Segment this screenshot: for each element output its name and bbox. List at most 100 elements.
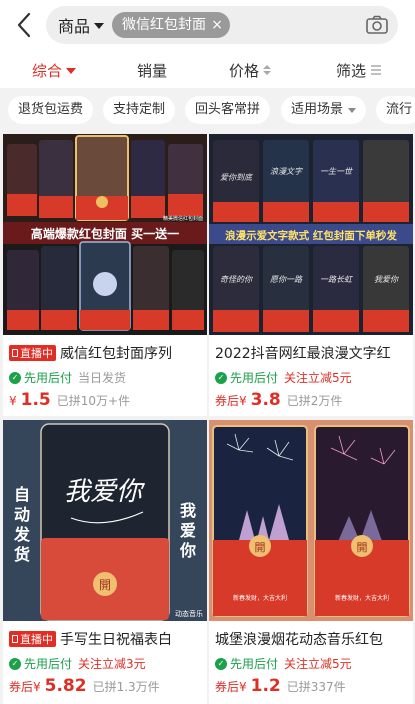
promo-note: 当日发货 bbox=[78, 371, 127, 385]
tag-free-return-shipping[interactable]: 退货包运费 bbox=[8, 96, 94, 124]
sort-sales[interactable]: 销量 bbox=[137, 52, 167, 88]
open-text: 開 bbox=[255, 541, 266, 554]
banner-text: 浪漫示爱文字款式 红包封面下单秒发 bbox=[225, 229, 397, 242]
sort-price[interactable]: 价格 bbox=[229, 52, 272, 88]
caret-down-icon bbox=[66, 68, 77, 74]
product-image[interactable]: 我爱你 開 自 动 发 货 我 爱 你 动态音乐 bbox=[3, 420, 207, 621]
svg-text:我: 我 bbox=[180, 501, 196, 520]
svg-text:动: 动 bbox=[14, 505, 30, 524]
pay-later-icon: ✓ bbox=[9, 657, 21, 670]
back-button[interactable] bbox=[8, 8, 40, 42]
product-title[interactable]: 2022抖音网红最浪漫文字红 bbox=[215, 343, 411, 363]
pay-later-text: 先用后付 bbox=[230, 371, 279, 385]
caret-down-icon bbox=[348, 107, 357, 113]
camera-icon[interactable] bbox=[364, 12, 390, 38]
price-value: 1.5 bbox=[20, 390, 51, 410]
cover-thumbs-top bbox=[7, 135, 203, 221]
tag-label: 流行 bbox=[386, 102, 413, 117]
price-prefix: ¥ bbox=[9, 394, 17, 408]
promo-note: 关注立减5元 bbox=[284, 371, 352, 385]
clear-icon[interactable]: × bbox=[211, 12, 223, 38]
svg-text:浪漫文字: 浪漫文字 bbox=[270, 167, 303, 176]
product-badges: ✓ 先用后付 关注立减5元 bbox=[215, 655, 352, 672]
sold-count: 已拼1.3万件 bbox=[92, 680, 160, 694]
svg-text:你: 你 bbox=[179, 541, 196, 560]
promo-note: 关注立减5元 bbox=[284, 657, 352, 671]
music-tag-text: 动态音乐 bbox=[175, 609, 203, 618]
search-scope-dropdown[interactable]: 商品 bbox=[58, 6, 105, 44]
svg-text:奇怪的你: 奇怪的你 bbox=[220, 275, 253, 284]
price-prefix: 券后¥ bbox=[9, 680, 41, 694]
product-image[interactable]: 高端爆款红包封面 买一送一 精美微信红包封面 bbox=[3, 134, 207, 335]
pay-later-icon: ✓ bbox=[215, 371, 227, 384]
live-badge-text: 直播中 bbox=[20, 347, 53, 360]
svg-text:爱你到底: 爱你到底 bbox=[220, 173, 254, 182]
sort-sales-label: 销量 bbox=[137, 61, 168, 80]
svg-text:新春发财，大吉大利: 新春发财，大吉大利 bbox=[335, 594, 389, 602]
pay-later-text: 先用后付 bbox=[24, 657, 73, 671]
product-badges: ✓ 先用后付 关注立减3元 bbox=[9, 655, 146, 672]
svg-text:愿你一路: 愿你一路 bbox=[270, 275, 303, 284]
pay-later-badge: ✓ 先用后付 bbox=[215, 369, 278, 386]
product-title-text: 威信红包封面序列 bbox=[60, 346, 172, 362]
sold-count: 已拼2万件 bbox=[286, 394, 343, 408]
svg-text:一路长虹: 一路长虹 bbox=[320, 275, 354, 284]
tag-repeat-buyers[interactable]: 回头客常拼 bbox=[185, 96, 271, 124]
product-title-text: 城堡浪漫烟花动态音乐红包 bbox=[215, 632, 383, 648]
search-scope-label: 商品 bbox=[58, 17, 91, 36]
product-title-text: 手写生日祝福表白 bbox=[60, 632, 172, 648]
sort-updown-icon bbox=[263, 65, 272, 75]
svg-text:爱: 爱 bbox=[180, 521, 196, 540]
tag-label: 支持定制 bbox=[113, 102, 166, 117]
top-bar: 商品 微信红包封面 × bbox=[0, 0, 415, 52]
price-prefix: 券后¥ bbox=[215, 680, 247, 694]
tag-label: 退货包运费 bbox=[18, 102, 84, 117]
banner-text: 高端爆款红包封面 买一送一 bbox=[31, 226, 179, 241]
filter-label: 筛选 bbox=[336, 61, 367, 80]
pay-later-badge: ✓ 先用后付 bbox=[9, 655, 72, 672]
filter-tags: 退货包运费 支持定制 回头客常拼 适用场景 流行 bbox=[0, 92, 415, 130]
live-badge-text: 直播中 bbox=[20, 633, 53, 646]
price-row: 券后¥ 3.8 已拼2万件 bbox=[215, 390, 342, 410]
caret-down-icon bbox=[94, 23, 105, 29]
sold-count: 已拼10万+件 bbox=[56, 394, 131, 408]
open-text: 開 bbox=[99, 578, 111, 592]
product-title[interactable]: 直播中 手写生日祝福表白 bbox=[9, 629, 205, 649]
pay-later-text: 先用后付 bbox=[230, 657, 279, 671]
sold-count: 已拼337件 bbox=[286, 680, 346, 694]
search-box[interactable]: 商品 微信红包封面 × bbox=[46, 6, 398, 44]
pay-later-badge: ✓ 先用后付 bbox=[215, 655, 278, 672]
chevron-left-icon bbox=[17, 12, 31, 38]
price-value: 1.2 bbox=[250, 676, 281, 696]
product-image[interactable]: 開 開 新春发财，大吉大利 新春发财，大吉大利 bbox=[209, 420, 413, 621]
live-badge: 直播中 bbox=[9, 631, 56, 647]
tag-label: 回头客常拼 bbox=[195, 102, 261, 117]
price-prefix: 券后¥ bbox=[215, 394, 247, 408]
product-title[interactable]: 直播中 威信红包封面序列 bbox=[9, 343, 205, 363]
cover-thumbs-bottom bbox=[7, 241, 204, 331]
product-title-text: 2022抖音网红最浪漫文字红 bbox=[215, 346, 391, 362]
sort-price-label: 价格 bbox=[229, 61, 260, 80]
pay-later-badge: ✓ 先用后付 bbox=[9, 369, 72, 386]
product-card[interactable]: 我爱你 開 自 动 发 货 我 爱 你 动态音乐 直播中 手写生日祝福表白 ✓ 先… bbox=[3, 420, 207, 704]
tag-trending[interactable]: 流行 bbox=[376, 96, 415, 124]
tag-customizable[interactable]: 支持定制 bbox=[103, 96, 176, 124]
pay-later-icon: ✓ bbox=[9, 371, 21, 384]
tag-use-scene[interactable]: 适用场景 bbox=[281, 96, 367, 124]
product-card[interactable]: 爱你到底 浪漫文字 一生一世 浪漫示爱文字款式 红包封面下单秒发 奇怪的你 愿你… bbox=[209, 134, 413, 416]
product-card[interactable]: 開 開 新春发财，大吉大利 新春发财，大吉大利 城堡浪漫烟花动态音乐红包 ✓ 先用… bbox=[209, 420, 413, 704]
svg-text:我爱你: 我爱你 bbox=[374, 275, 399, 284]
svg-text:開: 開 bbox=[357, 541, 368, 554]
product-image[interactable]: 爱你到底 浪漫文字 一生一世 浪漫示爱文字款式 红包封面下单秒发 奇怪的你 愿你… bbox=[209, 134, 413, 335]
search-query-chip[interactable]: 微信红包封面 × bbox=[112, 12, 230, 38]
product-title[interactable]: 城堡浪漫烟花动态音乐红包 bbox=[215, 629, 411, 649]
script-text: 我爱你 bbox=[64, 477, 146, 507]
live-badge: 直播中 bbox=[9, 345, 56, 361]
tag-label: 适用场景 bbox=[291, 102, 344, 117]
filter-button[interactable]: 筛选 bbox=[336, 52, 382, 88]
sort-composite[interactable]: 综合 bbox=[32, 52, 77, 88]
price-row: 券后¥ 1.2 已拼337件 bbox=[215, 676, 346, 696]
pay-later-text: 先用后付 bbox=[24, 371, 73, 385]
svg-text:自: 自 bbox=[14, 485, 30, 504]
product-card[interactable]: 高端爆款红包封面 买一送一 精美微信红包封面 直播中 威信红包封面序列 ✓ 先用… bbox=[3, 134, 207, 416]
